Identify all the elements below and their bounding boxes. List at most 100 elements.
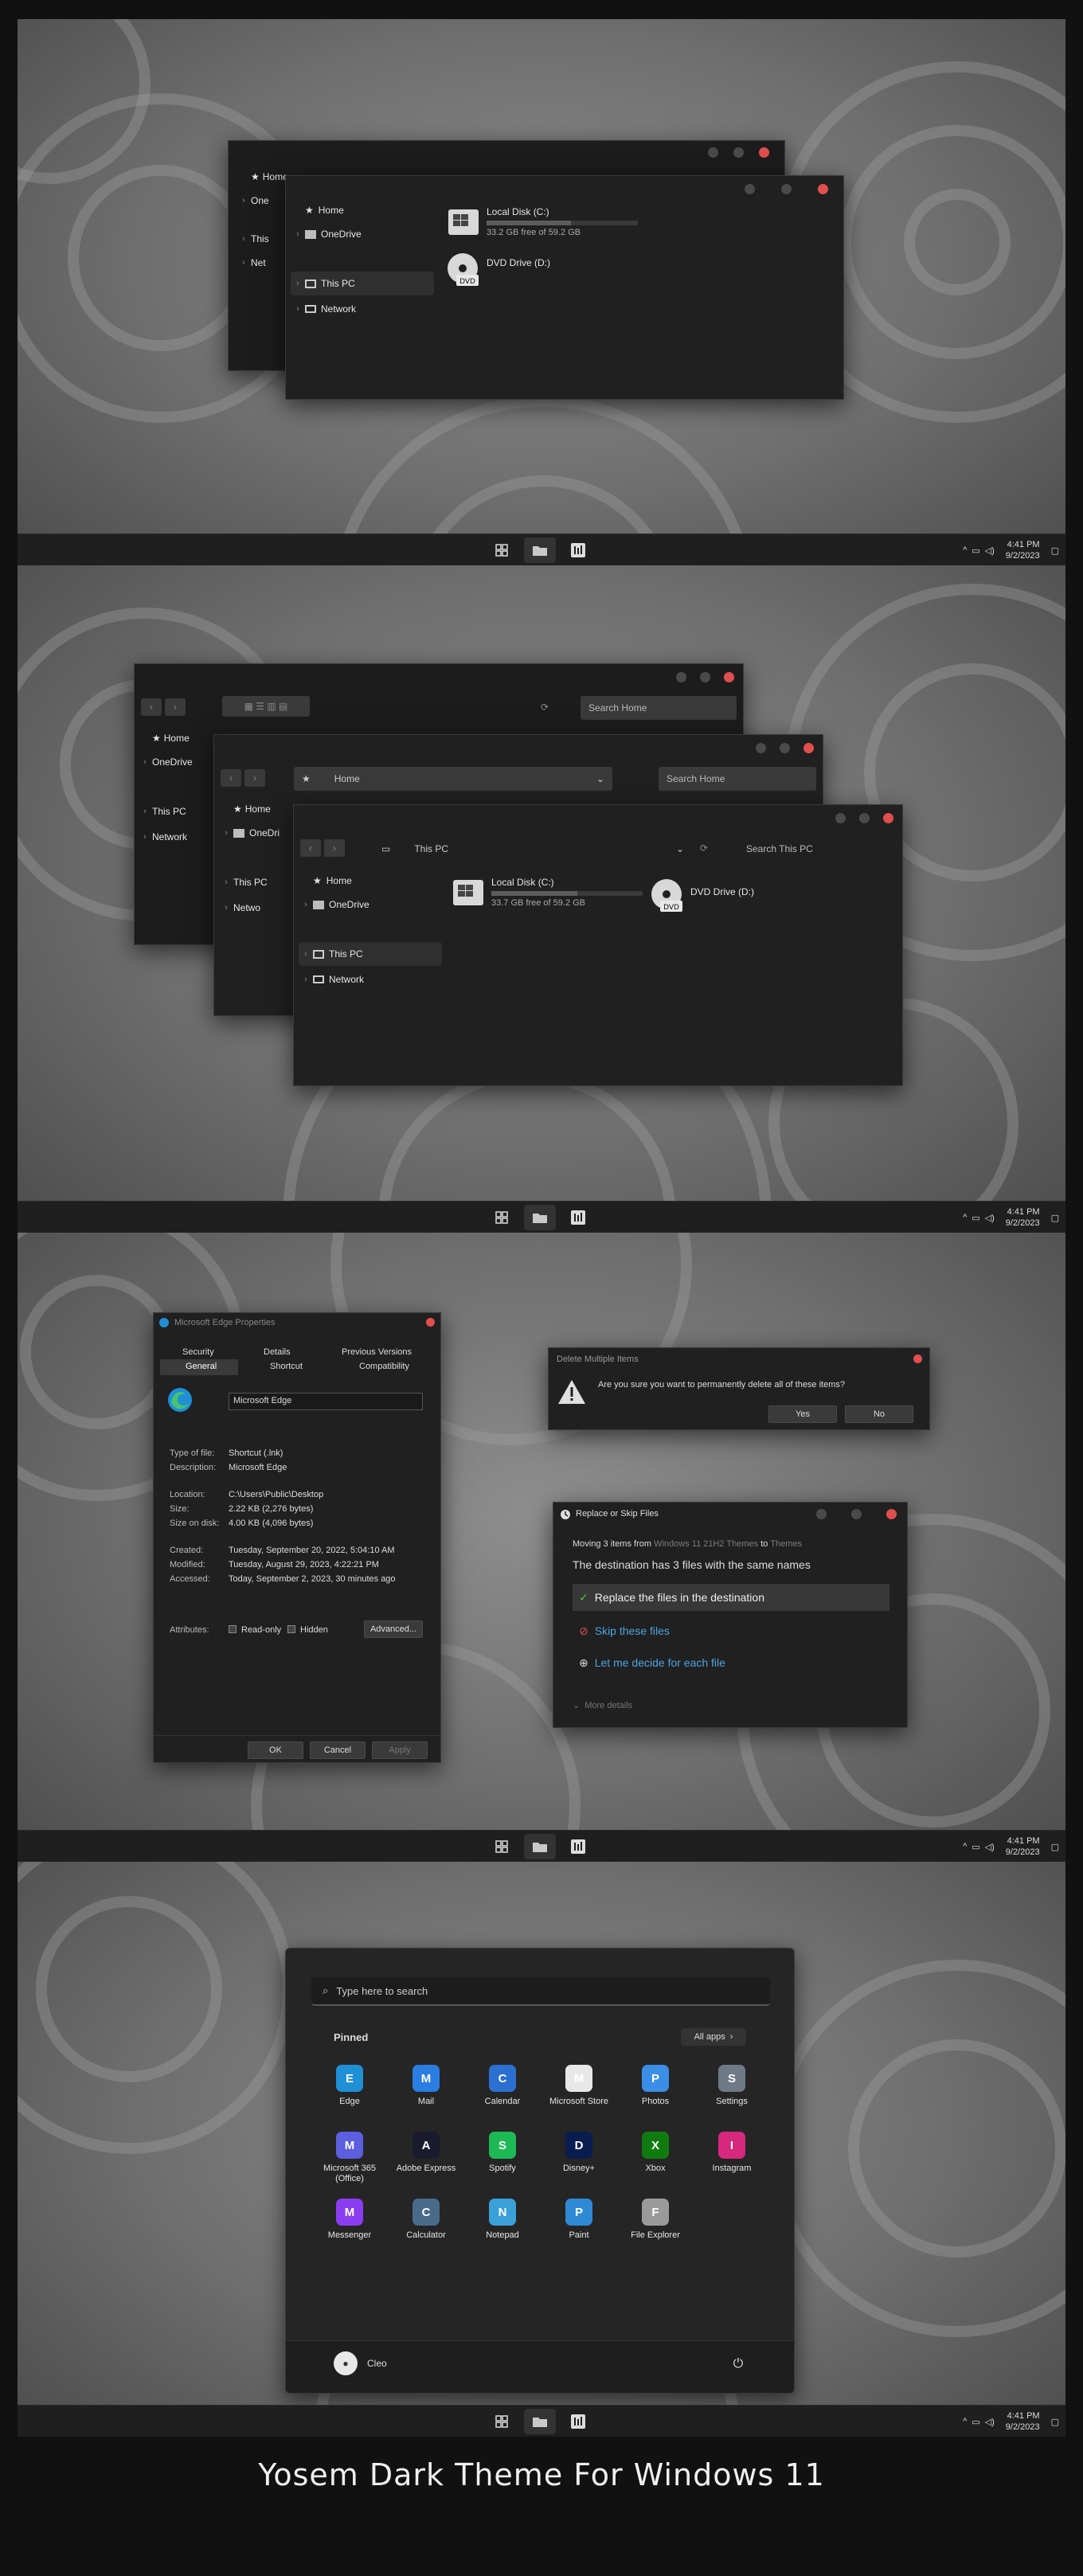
pinned-app-paint[interactable]: P Paint xyxy=(541,2199,617,2241)
minimize-button[interactable] xyxy=(835,813,846,823)
start-button[interactable] xyxy=(486,1834,518,1859)
nav-item-onedrive[interactable]: › OneDrive xyxy=(299,893,442,917)
nav-item-thispc[interactable]: › This PC xyxy=(299,942,442,966)
pinned-app-office[interactable]: M Microsoft 365 (Office) xyxy=(311,2132,388,2184)
more-details[interactable]: ⌄ More details xyxy=(573,1700,632,1711)
nav-item-network[interactable]: › Network xyxy=(299,967,442,991)
nav-item-thispc[interactable]: › This xyxy=(237,227,269,251)
start-button[interactable] xyxy=(486,1205,518,1230)
pinned-app-xbox[interactable]: X Xbox xyxy=(617,2132,694,2174)
drive-c[interactable]: Local Disk (C:) 33.2 GB free of 59.2 GB xyxy=(445,206,652,237)
volume-icon[interactable]: ◁) xyxy=(985,1842,995,1852)
pinned-app-messenger[interactable]: M Messenger xyxy=(311,2199,388,2241)
notification-icon[interactable]: ▢ xyxy=(1051,1213,1059,1223)
nav-item-onedrive[interactable]: › OneDrive xyxy=(291,222,434,246)
chevron-up-icon[interactable]: ^ xyxy=(963,545,967,555)
nav-item-home[interactable]: ★ Home xyxy=(299,869,442,893)
pinned-app-adobe-express[interactable]: A Adobe Express xyxy=(388,2132,464,2174)
clock[interactable]: 4:41 PM 9/2/2023 xyxy=(1006,1206,1040,1229)
drive-c[interactable]: Local Disk (C:) 33.7 GB free of 59.2 GB xyxy=(450,877,649,908)
taskbar-file-explorer[interactable] xyxy=(524,2409,556,2434)
search-box[interactable]: Search Home xyxy=(659,767,816,791)
view-toolbar[interactable]: ▦ ☰ ▥ ▤ xyxy=(222,696,310,717)
nav-item-network[interactable]: › Netwo xyxy=(219,896,260,920)
option-skip[interactable]: ⊘ Skip these files xyxy=(573,1619,670,1643)
minimize-button[interactable] xyxy=(756,743,766,753)
pinned-app-calculator[interactable]: C Calculator xyxy=(388,2199,464,2241)
start-button[interactable] xyxy=(486,2409,518,2434)
pinned-app-calendar[interactable]: C Calendar xyxy=(464,2065,541,2107)
pinned-app-instagram[interactable]: I Instagram xyxy=(694,2132,770,2174)
pinned-app-disney[interactable]: D Disney+ xyxy=(541,2132,617,2174)
nav-item-network[interactable]: › Network xyxy=(291,297,434,321)
tab-shortcut[interactable]: Shortcut xyxy=(270,1362,303,1371)
advanced-button[interactable]: Advanced... xyxy=(364,1620,423,1638)
pinned-app-photos[interactable]: P Photos xyxy=(617,2065,694,2107)
taskbar-file-explorer[interactable] xyxy=(524,1834,556,1859)
notification-icon[interactable]: ▢ xyxy=(1051,2417,1059,2427)
nav-item-thispc[interactable]: › This PC xyxy=(219,870,268,894)
close-button[interactable] xyxy=(886,1509,897,1519)
close-button[interactable] xyxy=(724,672,734,682)
network-icon[interactable]: ▭ xyxy=(972,545,979,556)
volume-icon[interactable]: ◁) xyxy=(985,545,995,556)
pinned-app-notepad[interactable]: N Notepad xyxy=(464,2199,541,2241)
clock[interactable]: 4:41 PM 9/2/2023 xyxy=(1006,539,1040,561)
pinned-app-settings[interactable]: S Settings xyxy=(694,2065,770,2107)
hidden-checkbox[interactable] xyxy=(287,1625,295,1633)
notification-icon[interactable]: ▢ xyxy=(1051,545,1059,556)
apply-button[interactable]: Apply xyxy=(372,1741,428,1759)
forward-button[interactable]: › xyxy=(244,769,265,787)
drive-d[interactable]: DVD DVD Drive (D:) xyxy=(649,877,808,912)
cancel-button[interactable]: Cancel xyxy=(310,1741,366,1759)
taskbar-file-explorer[interactable] xyxy=(524,537,556,563)
pinned-app-spotify[interactable]: S Spotify xyxy=(464,2132,541,2174)
close-button[interactable] xyxy=(426,1318,435,1327)
maximize-button[interactable] xyxy=(781,184,792,194)
taskbar-file-explorer[interactable] xyxy=(524,1205,556,1230)
taskbar-widgets[interactable] xyxy=(562,2409,594,2434)
maximize-button[interactable] xyxy=(780,743,790,753)
minimize-button[interactable] xyxy=(745,184,755,194)
refresh-button[interactable]: ⟳ xyxy=(694,839,714,857)
nav-item-thispc[interactable]: › This PC xyxy=(138,799,186,823)
close-button[interactable] xyxy=(803,743,814,753)
close-button[interactable] xyxy=(759,147,769,158)
chevron-up-icon[interactable]: ^ xyxy=(963,1213,967,1222)
back-button[interactable]: ‹ xyxy=(141,698,162,716)
nav-item-thispc[interactable]: › This PC xyxy=(291,272,434,295)
maximize-button[interactable] xyxy=(700,672,710,682)
notification-icon[interactable]: ▢ xyxy=(1051,1842,1059,1852)
nav-item-network[interactable]: › Network xyxy=(138,825,187,849)
volume-icon[interactable]: ◁) xyxy=(985,1213,995,1223)
maximize-button[interactable] xyxy=(859,813,870,823)
tab-previous-versions[interactable]: Previous Versions xyxy=(342,1347,412,1357)
network-icon[interactable]: ▭ xyxy=(972,1842,979,1852)
address-bar[interactable]: ▭ This PC ⌄ xyxy=(373,837,692,861)
minimize-button[interactable] xyxy=(676,672,686,682)
option-decide[interactable]: ⊕ Let me decide for each file xyxy=(573,1651,725,1675)
back-button[interactable]: ‹ xyxy=(221,769,241,787)
all-apps-button[interactable]: All apps › xyxy=(681,2028,746,2046)
search-box[interactable]: Search Home xyxy=(581,696,737,720)
option-replace[interactable]: ✓ Replace the files in the destination xyxy=(573,1584,889,1611)
minimize-button[interactable] xyxy=(816,1509,827,1519)
search-box[interactable]: Search This PC xyxy=(738,837,896,861)
clock[interactable]: 4:41 PM 9/2/2023 xyxy=(1006,1835,1040,1858)
minimize-button[interactable] xyxy=(708,147,718,158)
nav-item-onedrive[interactable]: › OneDri xyxy=(219,821,280,845)
forward-button[interactable]: › xyxy=(324,839,345,857)
refresh-button[interactable]: ⟳ xyxy=(534,698,555,716)
back-button[interactable]: ‹ xyxy=(300,839,321,857)
drive-d[interactable]: DVD DVD Drive (D:) xyxy=(445,251,652,286)
tab-security[interactable]: Security xyxy=(182,1347,214,1357)
nav-item-home[interactable]: ★ Home xyxy=(138,726,217,750)
nav-item-home[interactable]: ★ Home xyxy=(237,165,288,189)
titlebar[interactable] xyxy=(229,141,784,168)
explorer-window-c[interactable]: ‹ › ▭ This PC ⌄ ⟳ Search This PC ★ Home › On… xyxy=(293,804,903,1086)
maximize-button[interactable] xyxy=(733,147,744,158)
readonly-checkbox[interactable] xyxy=(229,1625,237,1633)
tab-details[interactable]: Details xyxy=(264,1347,291,1357)
search-input[interactable]: ⌕ Type here to search xyxy=(311,1977,770,2006)
nav-item-network[interactable]: › Net xyxy=(237,251,266,275)
